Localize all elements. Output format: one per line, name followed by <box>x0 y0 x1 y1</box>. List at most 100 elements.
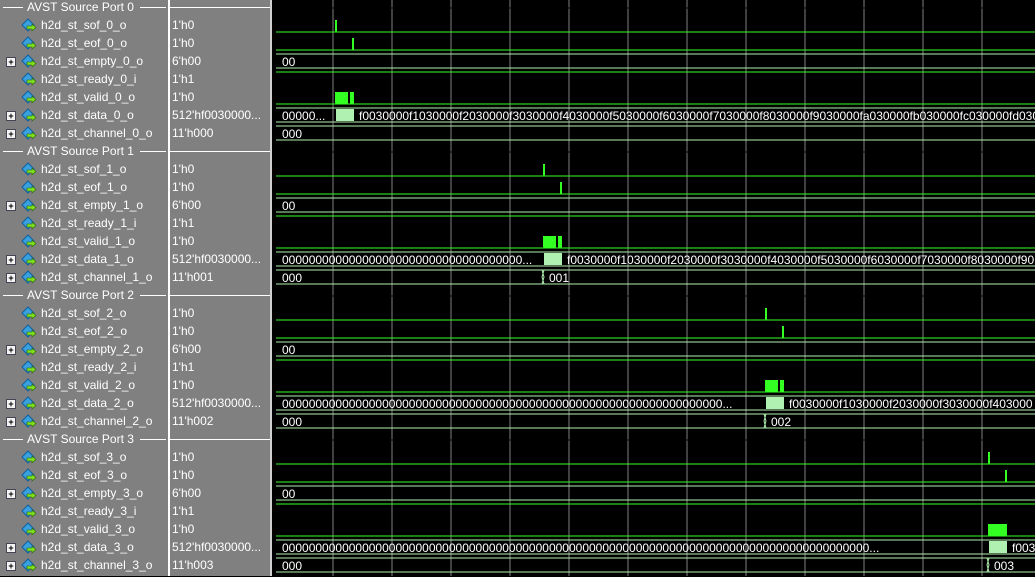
signal-row[interactable]: + h2d_st_empty_2_o <box>0 340 168 358</box>
channel-transition <box>541 269 545 285</box>
signal-value: 6'h00 <box>172 486 201 500</box>
channel-value-after: 002 <box>771 415 791 429</box>
expand-icon[interactable]: + <box>6 417 16 427</box>
group-header[interactable]: AVST Source Port 2 <box>0 288 168 304</box>
signal-value: 1'h1 <box>172 504 195 518</box>
signal-row[interactable]: h2d_st_sof_2_o <box>0 304 168 322</box>
valid-pulse <box>350 92 354 104</box>
eof-pulse <box>352 38 354 50</box>
expand-icon[interactable]: + <box>6 201 16 211</box>
signal-port-icon <box>21 162 37 176</box>
expand-icon[interactable]: + <box>6 273 16 283</box>
signal-value: 6'h00 <box>172 198 201 212</box>
signal-name: h2d_st_channel_1_o <box>41 270 153 284</box>
data-value-after: f0030000f1030000f2030000f3030000f4030000… <box>567 253 1034 267</box>
expand-icon[interactable]: + <box>6 543 16 553</box>
signal-port-icon <box>21 450 37 464</box>
signal-row[interactable]: h2d_st_ready_3_i <box>0 502 168 520</box>
expand-icon[interactable]: + <box>6 57 16 67</box>
expand-icon[interactable]: + <box>6 561 16 571</box>
signal-value-panel: 1'h0 1'h0 6'h00 1'h1 1'h0 512'hf0030000... 11'… <box>170 0 270 576</box>
signal-name: h2d_st_channel_0_o <box>41 126 153 140</box>
signal-name: h2d_st_sof_3_o <box>41 450 127 464</box>
signal-row[interactable]: + h2d_st_data_1_o <box>0 250 168 268</box>
expand-icon[interactable]: + <box>6 399 16 409</box>
signal-port-icon <box>21 414 37 428</box>
signal-row[interactable]: h2d_st_sof_0_o <box>0 16 168 34</box>
signal-port-icon <box>21 216 37 230</box>
empty-value: 00 <box>282 487 296 501</box>
signal-row[interactable]: + h2d_st_empty_3_o <box>0 484 168 502</box>
signal-row[interactable]: h2d_st_valid_3_o <box>0 520 168 538</box>
signal-row[interactable]: h2d_st_eof_2_o <box>0 322 168 340</box>
signal-row[interactable]: + h2d_st_channel_1_o <box>0 268 168 286</box>
signal-row[interactable]: h2d_st_valid_0_o <box>0 88 168 106</box>
signal-name: h2d_st_data_0_o <box>41 108 134 122</box>
group-title: AVST Source Port 3 <box>24 432 137 447</box>
signal-row[interactable]: + h2d_st_empty_1_o <box>0 196 168 214</box>
channel-value-before: 000 <box>282 559 302 573</box>
data-transitions <box>766 397 784 409</box>
signal-row[interactable]: h2d_st_sof_3_o <box>0 448 168 466</box>
expand-icon[interactable]: + <box>6 255 16 265</box>
eof-pulse <box>782 326 784 338</box>
signal-value: 1'h0 <box>172 378 195 392</box>
group-title: AVST Source Port 2 <box>24 288 137 303</box>
signal-name: h2d_st_data_2_o <box>41 396 134 410</box>
signal-port-icon <box>21 126 37 140</box>
group-header[interactable]: AVST Source Port 1 <box>0 144 168 160</box>
signal-name: h2d_st_sof_1_o <box>41 162 127 176</box>
group-header[interactable]: AVST Source Port 3 <box>0 432 168 448</box>
valid-pulse <box>988 524 1007 536</box>
signal-port-icon <box>21 54 37 68</box>
expand-icon[interactable]: + <box>6 345 16 355</box>
waveform-pane[interactable]: 00 00000... f0030000f1030000f2030000f30300… <box>276 0 1035 576</box>
group-header[interactable]: AVST Source Port 0 <box>0 0 168 16</box>
expand-icon[interactable]: + <box>6 489 16 499</box>
channel-value-before: 000 <box>282 127 302 141</box>
signal-name: h2d_st_channel_2_o <box>41 414 153 428</box>
signal-row[interactable]: h2d_st_ready_2_i <box>0 358 168 376</box>
signal-name: h2d_st_data_3_o <box>41 540 134 554</box>
valid-pulse <box>765 380 778 392</box>
signal-row[interactable]: h2d_st_ready_0_i <box>0 70 168 88</box>
signal-name: h2d_st_eof_3_o <box>41 468 128 482</box>
expand-icon[interactable]: + <box>6 111 16 121</box>
signal-port-icon <box>21 540 37 554</box>
signal-row[interactable]: h2d_st_eof_3_o <box>0 466 168 484</box>
signal-value: 1'h0 <box>172 162 195 176</box>
signal-name: h2d_st_ready_2_i <box>41 360 137 374</box>
signal-row[interactable]: h2d_st_ready_1_i <box>0 214 168 232</box>
signal-name: h2d_st_empty_0_o <box>41 54 144 68</box>
signal-row[interactable]: h2d_st_valid_2_o <box>0 376 168 394</box>
signal-value: 1'h0 <box>172 180 195 194</box>
signal-value: 11'h002 <box>172 414 214 428</box>
valid-pulse <box>558 236 562 248</box>
expand-icon[interactable]: + <box>6 129 16 139</box>
signal-row[interactable]: + h2d_st_data_0_o <box>0 106 168 124</box>
divider <box>170 151 270 152</box>
signal-row[interactable]: h2d_st_valid_1_o <box>0 232 168 250</box>
signal-row[interactable]: + h2d_st_channel_0_o <box>0 124 168 142</box>
signal-row[interactable]: + h2d_st_channel_3_o <box>0 556 168 574</box>
pane-divider[interactable] <box>270 0 272 576</box>
data-value-before: 000000000000000000000000000000000000... <box>282 253 532 267</box>
signal-row[interactable]: + h2d_st_data_2_o <box>0 394 168 412</box>
signal-row[interactable]: h2d_st_eof_1_o <box>0 178 168 196</box>
data-value-before: 00000... <box>282 109 325 123</box>
valid-pulse <box>543 236 556 248</box>
signal-row[interactable]: + h2d_st_channel_2_o <box>0 412 168 430</box>
signal-row[interactable]: h2d_st_sof_1_o <box>0 160 168 178</box>
signal-row[interactable]: h2d_st_eof_0_o <box>0 34 168 52</box>
signal-port-icon <box>21 306 37 320</box>
signal-port-icon <box>21 522 37 536</box>
group-title: AVST Source Port 1 <box>24 144 137 159</box>
channel-value-before: 000 <box>282 271 302 285</box>
signal-value: 512'hf0030000... <box>172 540 262 554</box>
signal-row[interactable]: + h2d_st_data_3_o <box>0 538 168 556</box>
valid-pulse <box>780 380 784 392</box>
signal-row[interactable]: + h2d_st_empty_0_o <box>0 52 168 70</box>
signal-name: h2d_st_valid_1_o <box>41 234 136 248</box>
channel-value-after: 003 <box>994 559 1014 573</box>
signal-value: 1'h0 <box>172 36 195 50</box>
